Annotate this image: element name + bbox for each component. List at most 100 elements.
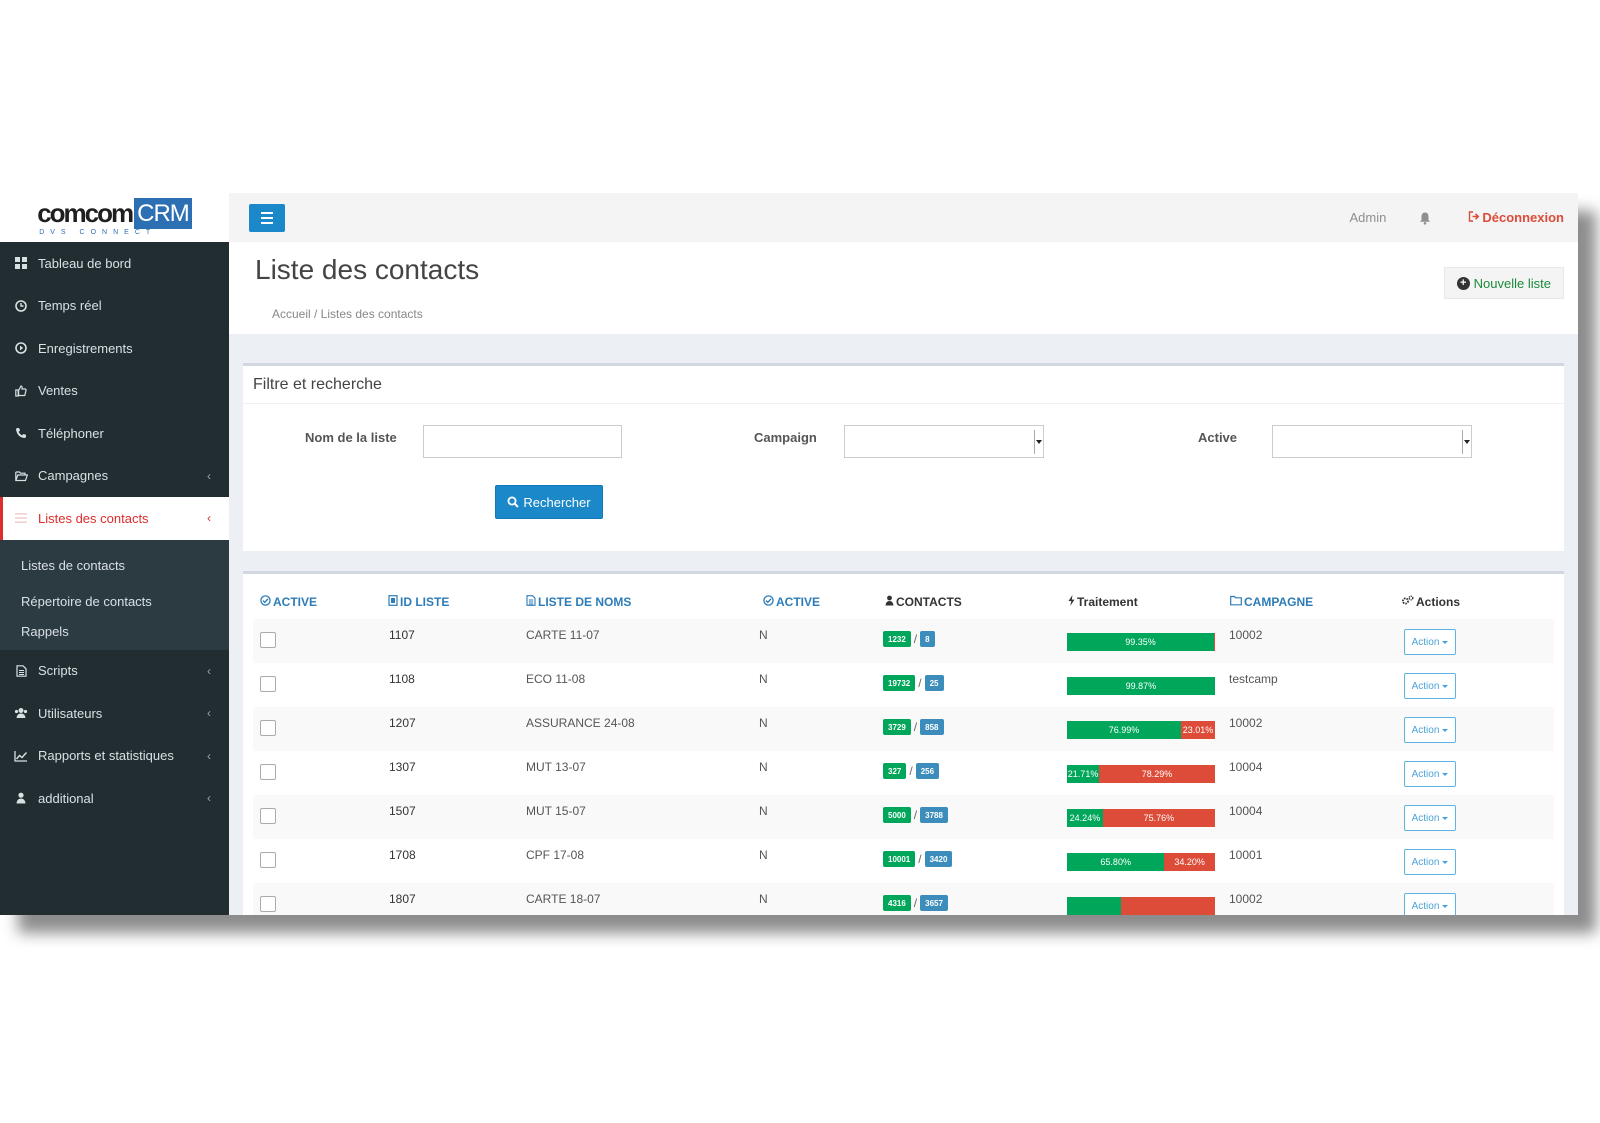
row-checkbox[interactable]: [260, 632, 276, 648]
user-name[interactable]: Admin: [1350, 210, 1387, 225]
table-row: 1207 ASSURANCE 24-08 N 3729/858 76.99% 23.01%…: [253, 707, 1554, 751]
col-header-active[interactable]: ACTIVE: [260, 595, 317, 609]
progress-remaining: 23.01%: [1180, 721, 1215, 739]
action-label: Action: [1411, 724, 1440, 736]
folder-icon: [1230, 595, 1242, 609]
action-dropdown-button[interactable]: Action: [1404, 805, 1456, 831]
breadcrumb[interactable]: Accueil / Listes des contacts: [272, 307, 423, 321]
col-header-active-2[interactable]: ACTIVE: [763, 595, 820, 609]
row-campaign: 10002: [1229, 716, 1263, 730]
contacts-remaining-badge: 25: [924, 675, 944, 691]
row-list-name: MUT 15-07: [526, 804, 586, 818]
col-header-contacts[interactable]: CONTACTS: [885, 595, 962, 609]
row-id: 1108: [389, 672, 415, 686]
sidebar-item-rapports[interactable]: Rapports et statistiques ‹: [0, 735, 229, 778]
row-checkbox[interactable]: [260, 808, 276, 824]
sidebar-item-additional[interactable]: additional ‹: [0, 777, 229, 820]
action-dropdown-button[interactable]: Action: [1404, 761, 1456, 787]
contacts-remaining-badge: 8: [920, 631, 935, 647]
phone-icon: [14, 426, 28, 440]
table-row: 1307 MUT 13-07 N 327/256 21.71% 78.29% 10004 Ac…: [253, 751, 1554, 795]
sidebar-item-ventes[interactable]: Ventes: [0, 370, 229, 413]
logo[interactable]: comcom CRM DVS CONNECT: [0, 193, 229, 242]
logout-link[interactable]: Déconnexion: [1468, 210, 1564, 225]
action-label: Action: [1411, 812, 1440, 824]
sidebar-item-label: Rapports et statistiques: [38, 748, 174, 764]
sidebar-item-scripts[interactable]: Scripts ‹: [0, 650, 229, 693]
progress-bar: 76.99% 23.01%: [1067, 721, 1215, 739]
col-header-actions[interactable]: Actions: [1401, 595, 1460, 609]
chevron-left-icon: ‹: [207, 748, 211, 763]
page-header: Liste des contacts Accueil / Listes des …: [229, 242, 1578, 334]
progress-remaining: [1121, 897, 1215, 915]
plus-circle-icon: +: [1456, 276, 1470, 290]
main-content: Liste des contacts Accueil / Listes des …: [229, 242, 1578, 915]
sidebar-item-enregistrements[interactable]: Enregistrements: [0, 327, 229, 370]
chevron-left-icon: ‹: [207, 706, 211, 721]
row-checkbox[interactable]: [260, 676, 276, 692]
sidebar-item-label: additional: [38, 790, 94, 806]
sidebar-item-label: Temps réel: [38, 298, 102, 314]
action-label: Action: [1411, 900, 1440, 912]
sidebar-item-telephoner[interactable]: Téléphoner: [0, 412, 229, 455]
caret-down-icon: [1442, 816, 1449, 820]
list-name-input[interactable]: [423, 425, 622, 458]
col-header-campagne[interactable]: CAMPAGNE: [1230, 595, 1313, 609]
logout-label: Déconnexion: [1482, 210, 1564, 225]
action-dropdown-button[interactable]: Action: [1404, 717, 1456, 743]
col-header-traitement[interactable]: Traitement: [1068, 595, 1138, 609]
table-row: 1708 CPF 17-08 N 10001/3420 65.80% 34.20% 1000…: [253, 839, 1554, 883]
new-list-button[interactable]: + Nouvelle liste: [1443, 267, 1564, 299]
bell-icon[interactable]: [1418, 211, 1432, 225]
logo-subtitle: DVS CONNECT: [39, 229, 157, 236]
action-dropdown-button[interactable]: Action: [1404, 673, 1456, 699]
active-select[interactable]: [1272, 425, 1472, 458]
row-checkbox[interactable]: [260, 764, 276, 780]
campaign-label: Campaign: [754, 430, 817, 445]
campaign-select[interactable]: [844, 425, 1044, 458]
file-text-icon: [526, 595, 536, 609]
row-checkbox[interactable]: [260, 852, 276, 868]
row-id: 1507: [389, 804, 416, 818]
progress-processed: 65.80%: [1067, 853, 1165, 871]
chevron-left-icon: ‹: [207, 663, 211, 678]
sidebar: comcom CRM DVS CONNECT Tableau de bord T…: [0, 193, 229, 915]
thumbs-up-icon: [14, 384, 28, 398]
user-icon: [14, 791, 28, 805]
sidebar-item-temps-reel[interactable]: Temps réel: [0, 285, 229, 328]
submenu-item-repertoire-de-contacts[interactable]: Répertoire de contacts: [0, 584, 229, 620]
search-button-label: Rechercher: [523, 494, 591, 510]
sign-out-icon: [1468, 210, 1480, 225]
clock-icon: [14, 299, 28, 313]
sidebar-item-campagnes[interactable]: Campagnes ‹: [0, 455, 229, 498]
contacts-total-badge: 5000: [883, 807, 911, 823]
caret-down-icon: [1442, 772, 1449, 776]
action-label: Action: [1411, 856, 1440, 868]
row-id: 1307: [389, 760, 416, 774]
list-name-label: Nom de la liste: [305, 430, 397, 445]
sidebar-item-utilisateurs[interactable]: Utilisateurs ‹: [0, 692, 229, 735]
col-header-liste-de-noms[interactable]: LISTE DE NOMS: [526, 595, 631, 609]
action-dropdown-button[interactable]: Action: [1404, 849, 1456, 875]
sidebar-item-listes-des-contacts[interactable]: Listes des contacts ‹: [0, 497, 229, 540]
row-checkbox[interactable]: [260, 896, 276, 912]
submenu-item-rappels[interactable]: Rappels: [0, 620, 229, 644]
sidebar-item-tableau-de-bord[interactable]: Tableau de bord: [0, 242, 229, 285]
hamburger-icon: [261, 211, 273, 214]
row-campaign: 10002: [1229, 628, 1263, 642]
dashboard-icon: [14, 256, 28, 270]
action-dropdown-button[interactable]: Action: [1404, 629, 1456, 655]
search-button[interactable]: Rechercher: [495, 485, 603, 519]
row-active: N: [759, 716, 768, 730]
col-header-id-liste[interactable]: ID LISTE: [388, 595, 449, 609]
row-checkbox[interactable]: [260, 720, 276, 736]
caret-down-icon: [1442, 728, 1449, 732]
progress-bar: 21.71% 78.29%: [1067, 765, 1215, 783]
caret-down-icon: [1442, 640, 1449, 644]
submenu-item-listes-de-contacts[interactable]: Listes de contacts: [0, 548, 229, 584]
sidebar-toggle-button[interactable]: [249, 203, 285, 232]
contacts-total-badge: 10001: [883, 851, 916, 867]
app-window: comcom CRM DVS CONNECT Tableau de bord T…: [0, 193, 1578, 915]
action-dropdown-button[interactable]: Action: [1404, 893, 1456, 915]
row-active: N: [759, 628, 768, 642]
